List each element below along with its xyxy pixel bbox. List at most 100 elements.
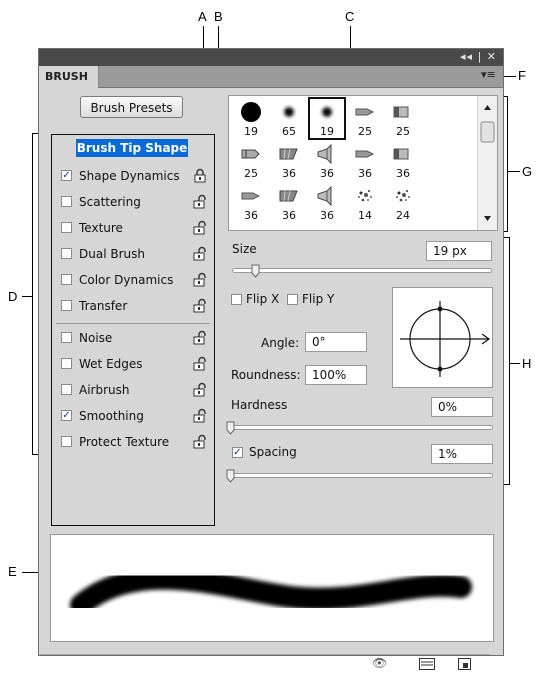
option-label: Scattering <box>79 195 141 209</box>
angle-field[interactable]: 0° <box>305 332 367 352</box>
brush-option-item[interactable]: Dual Brush <box>52 241 214 267</box>
option-checkbox[interactable] <box>61 196 72 207</box>
lock-open-icon[interactable] <box>193 434 207 449</box>
brush-option-item[interactable]: ✓ Shape Dynamics <box>52 163 214 189</box>
spacing-field[interactable]: 1% <box>431 444 493 464</box>
tab-row: BRUSH ▾≡ <box>39 66 503 88</box>
stroke-preview-graphic <box>70 567 472 616</box>
flat-bristle-brush-icon <box>241 149 260 159</box>
brush-size-number: 36 <box>396 167 410 180</box>
size-slider-track[interactable] <box>232 268 492 273</box>
hardness-slider-track[interactable] <box>231 425 493 430</box>
brush-stroke-preview <box>50 534 494 642</box>
lock-open-icon[interactable] <box>193 330 207 345</box>
flip-x-label: Flip X <box>246 292 280 306</box>
angle-roundness-widget[interactable] <box>392 287 493 388</box>
brush-option-item[interactable]: Texture <box>52 215 214 241</box>
brush-tip-cell[interactable]: 36 <box>233 182 269 223</box>
brush-tip-cell[interactable]: 19 <box>233 98 269 139</box>
brush-tip-cell[interactable]: 36 <box>309 182 345 223</box>
panel-menu-icon[interactable]: ▾≡ <box>481 69 497 81</box>
new-preset-icon[interactable] <box>458 658 471 670</box>
brush-tip-cell[interactable]: 36 <box>271 182 307 223</box>
option-checkbox[interactable] <box>61 222 72 233</box>
brush-tip-cell[interactable]: 25 <box>385 98 421 139</box>
option-checkbox[interactable] <box>61 436 72 447</box>
grid-scrollbar[interactable] <box>477 96 497 230</box>
brush-size-number: 36 <box>320 209 334 222</box>
option-checkbox[interactable]: ✓ <box>61 410 72 421</box>
option-checkbox[interactable] <box>61 332 72 343</box>
lock-open-icon[interactable] <box>193 382 207 397</box>
option-checkbox[interactable] <box>61 358 72 369</box>
spacing-slider-track[interactable] <box>231 473 493 478</box>
hardness-slider-thumb[interactable] <box>226 421 235 435</box>
window-controls[interactable]: ◂◂ | ✕ <box>460 50 497 63</box>
option-checkbox[interactable] <box>61 300 72 311</box>
grid-icon[interactable] <box>419 658 435 670</box>
spacing-checkbox[interactable]: ✓ <box>232 447 243 458</box>
brush-option-item[interactable]: Protect Texture <box>52 429 214 455</box>
lock-open-icon[interactable] <box>193 298 207 313</box>
panel-bottom-divider <box>40 654 490 655</box>
brush-option-item[interactable]: Color Dynamics <box>52 267 214 293</box>
pen-brush-icon <box>355 108 375 116</box>
brush-tip-shape-item[interactable]: Brush Tip Shape <box>76 139 188 157</box>
flip-y-checkbox[interactable] <box>287 294 298 305</box>
option-checkbox[interactable] <box>61 274 72 285</box>
brush-tip-cell[interactable]: 25 <box>347 98 383 139</box>
lock-open-icon[interactable] <box>193 408 207 423</box>
options-divider <box>56 323 210 324</box>
tab-brush[interactable]: BRUSH <box>39 66 99 88</box>
fan-brush-icon <box>279 148 298 160</box>
lock-open-icon[interactable] <box>193 246 207 261</box>
option-label: Noise <box>79 331 113 345</box>
roundness-field[interactable]: 100% <box>305 365 367 385</box>
size-slider-thumb[interactable] <box>251 264 260 278</box>
brush-tip-cell[interactable]: 36 <box>385 140 421 181</box>
brush-tip-cell[interactable]: 36 <box>347 140 383 181</box>
soft-round-brush-icon <box>318 103 336 121</box>
option-checkbox[interactable] <box>61 248 72 259</box>
brush-size-number: 36 <box>320 167 334 180</box>
flip-x-checkbox[interactable] <box>231 294 242 305</box>
option-label: Color Dynamics <box>79 273 174 287</box>
brush-size-number: 36 <box>282 209 296 222</box>
brush-tip-cell[interactable]: 14 <box>347 182 383 223</box>
option-checkbox[interactable] <box>61 384 72 395</box>
hardness-field[interactable]: 0% <box>431 397 493 417</box>
brush-tip-cell[interactable]: 36 <box>309 140 345 181</box>
option-checkbox[interactable]: ✓ <box>61 170 72 181</box>
brush-presets-button[interactable]: Brush Presets <box>80 96 183 118</box>
flat-brush-icon <box>393 148 409 160</box>
brush-size-number: 36 <box>282 167 296 180</box>
brush-option-item[interactable]: Transfer <box>52 293 214 319</box>
brush-tip-cell[interactable]: 65 <box>271 98 307 139</box>
flat-brush-icon <box>393 106 409 118</box>
brush-option-item[interactable]: Noise <box>52 325 214 351</box>
brush-tip-cell[interactable]: 36 <box>271 140 307 181</box>
spacing-slider-thumb[interactable] <box>226 469 235 483</box>
scrollbar-graphics <box>480 105 495 221</box>
lock-closed-icon[interactable] <box>193 168 207 183</box>
brush-size-number: 36 <box>358 167 372 180</box>
lock-open-icon[interactable] <box>193 220 207 235</box>
spacing-label: Spacing <box>249 445 297 459</box>
brush-tip-cell[interactable]: 19 <box>308 97 346 140</box>
option-label: Airbrush <box>79 383 130 397</box>
size-field[interactable]: 19 px <box>426 241 492 261</box>
lock-open-icon[interactable] <box>193 272 207 287</box>
brush-tip-cell[interactable]: 24 <box>385 182 421 223</box>
brush-option-item[interactable]: Scattering <box>52 189 214 215</box>
lock-open-icon[interactable] <box>193 194 207 209</box>
brush-option-item[interactable]: ✓ Smoothing <box>52 403 214 429</box>
brush-tip-grid[interactable]: 19 65 19 25 25 25 36 36 36 36 36 36 36 14 24 <box>228 95 498 231</box>
toggle-preview-icon[interactable]: 👁 <box>372 656 387 670</box>
fan-brush-icon <box>279 190 298 202</box>
brush-option-item[interactable]: Airbrush <box>52 377 214 403</box>
callout-g-bracket <box>507 96 508 232</box>
brush-tip-cell[interactable]: 25 <box>233 140 269 181</box>
brush-option-item[interactable]: Wet Edges <box>52 351 214 377</box>
brush-size-number: 36 <box>244 209 258 222</box>
lock-open-icon[interactable] <box>193 356 207 371</box>
